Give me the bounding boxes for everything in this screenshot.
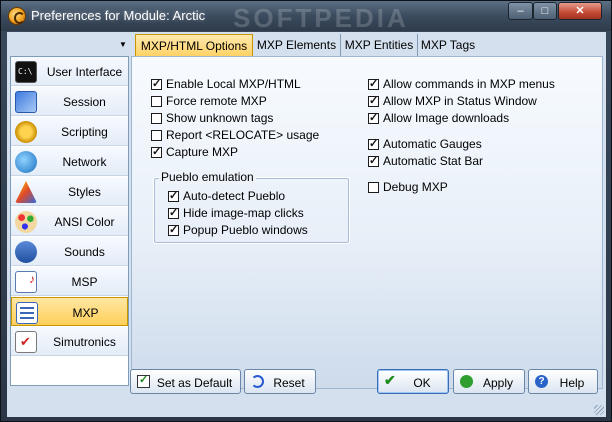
group-title: Pueblo emulation [159, 170, 256, 184]
checkbox-label: Allow Image downloads [383, 111, 510, 125]
sidebar-item-ansi-color[interactable]: ANSI Color [11, 207, 128, 236]
button-label: Help [559, 376, 585, 390]
category-sidebar: User Interface Session Scripting Network… [10, 56, 129, 386]
minimize-button[interactable]: – [508, 2, 533, 20]
checkbox-label: Allow MXP in Status Window [383, 94, 537, 108]
sidebar-item-session[interactable]: Session [11, 87, 128, 116]
palette-icon [15, 211, 37, 233]
tab-mxp-tags[interactable]: MXP Tags [418, 34, 478, 56]
checkbox-box[interactable] [168, 189, 179, 202]
close-button[interactable]: ✕ [558, 2, 602, 20]
sidebar-item-msp[interactable]: MSP [11, 267, 128, 296]
checkbox-label: Capture MXP [166, 145, 239, 159]
sidebar-item-label: MSP [71, 275, 98, 289]
pueblo-emulation-group: Pueblo emulation Auto-detect Pueblo Hide… [153, 170, 350, 244]
checkbox-label: Automatic Gauges [383, 137, 482, 151]
console-icon [15, 61, 37, 83]
sidebar-item-label: Network [62, 155, 107, 169]
app-logo-icon [8, 7, 26, 25]
sidebar-item-label: Scripting [61, 125, 108, 139]
checkbox-label: Auto-detect Pueblo [183, 189, 286, 203]
checkbox-box[interactable] [368, 182, 379, 193]
sidebar-item-scripting[interactable]: Scripting [11, 117, 128, 146]
checkbox-box[interactable] [151, 96, 162, 107]
sidebar-item-label: Session [63, 95, 106, 109]
checkbox-box[interactable] [168, 223, 179, 236]
resize-grip[interactable] [594, 405, 604, 415]
sidebar-item-simutronics[interactable]: Simutronics [11, 327, 128, 356]
sidebar-item-label: Styles [68, 185, 101, 199]
set-as-default-button[interactable]: Set as Default [130, 369, 241, 394]
music-note-icon [15, 271, 37, 293]
ok-button[interactable]: ✔ OK [377, 369, 449, 394]
session-icon [15, 91, 37, 113]
preferences-window: Preferences for Module: Arctic SOFTPEDIA… [0, 0, 612, 422]
checkbox-box[interactable] [151, 145, 162, 158]
sounds-icon [15, 241, 37, 263]
watermark: SOFTPEDIA [233, 3, 409, 33]
maximize-button[interactable]: □ [533, 2, 557, 20]
sidebar-item-label: User Interface [46, 65, 123, 79]
sidebar-item-label: Simutronics [53, 335, 116, 349]
button-label: OK [413, 376, 431, 390]
checkbox-label: Hide image-map clicks [183, 206, 304, 220]
checkbox-box[interactable] [368, 94, 379, 107]
checkbox-box[interactable] [168, 206, 179, 219]
help-button[interactable]: ? Help [528, 369, 598, 394]
checkbox-label: Debug MXP [383, 180, 448, 194]
checkbox-box[interactable] [151, 77, 162, 90]
checkbox-label: Show unknown tags [166, 111, 274, 125]
tab-mxp-elements[interactable]: MXP Elements [253, 34, 341, 56]
tab-mxp-entities[interactable]: MXP Entities [341, 34, 418, 56]
checkbox-box[interactable] [368, 137, 379, 150]
checkbox-box[interactable] [151, 113, 162, 124]
window-title: Preferences for Module: Arctic [31, 8, 206, 23]
checkbox-label: Allow commands in MXP menus [383, 77, 555, 91]
checkbox-label: Report <RELOCATE> usage [166, 128, 320, 142]
button-label: Reset [273, 376, 305, 390]
apply-button[interactable]: Apply [453, 369, 525, 394]
button-label: Apply [482, 376, 514, 390]
network-globe-icon [15, 151, 37, 173]
mxp-list-icon [16, 302, 38, 324]
sidebar-item-label: Sounds [64, 245, 105, 259]
sidebar-item-user-interface[interactable]: User Interface [11, 57, 128, 86]
checkbox-box[interactable] [151, 130, 162, 141]
sidebar-item-network[interactable]: Network [11, 147, 128, 176]
checkbox-box[interactable] [368, 77, 379, 90]
sidebar-item-mxp[interactable]: MXP [11, 297, 128, 326]
sidebar-item-styles[interactable]: Styles [11, 177, 128, 206]
sidebar-item-sounds[interactable]: Sounds [11, 237, 128, 266]
scripting-icon [15, 121, 37, 143]
reset-button[interactable]: Reset [244, 369, 316, 394]
checkbox-label: Automatic Stat Bar [383, 154, 484, 168]
dialog-client-area: ▼ User Interface Session Scripting Netwo… [7, 32, 606, 417]
title-bar[interactable]: Preferences for Module: Arctic SOFTPEDIA… [1, 1, 611, 33]
tab-mxp-html-options[interactable]: MXP/HTML Options [135, 34, 253, 56]
checkbox-label: Enable Local MXP/HTML [166, 77, 301, 91]
checkbox-box[interactable] [368, 111, 379, 124]
checkbox-box[interactable] [368, 154, 379, 167]
button-label: Set as Default [156, 376, 233, 390]
sidebar-item-label: ANSI Color [54, 215, 115, 229]
sidebar-collapse-icon[interactable]: ▼ [119, 40, 127, 49]
styles-icon [15, 181, 37, 203]
sidebar-item-label: MXP [72, 306, 99, 320]
checkbox-label: Force remote MXP [166, 94, 267, 108]
checkmark-doc-icon [15, 331, 37, 353]
mxp-options-panel: Enable Local MXP/HTML Force remote MXP S… [131, 56, 603, 389]
checkbox-label: Popup Pueblo windows [183, 223, 308, 237]
